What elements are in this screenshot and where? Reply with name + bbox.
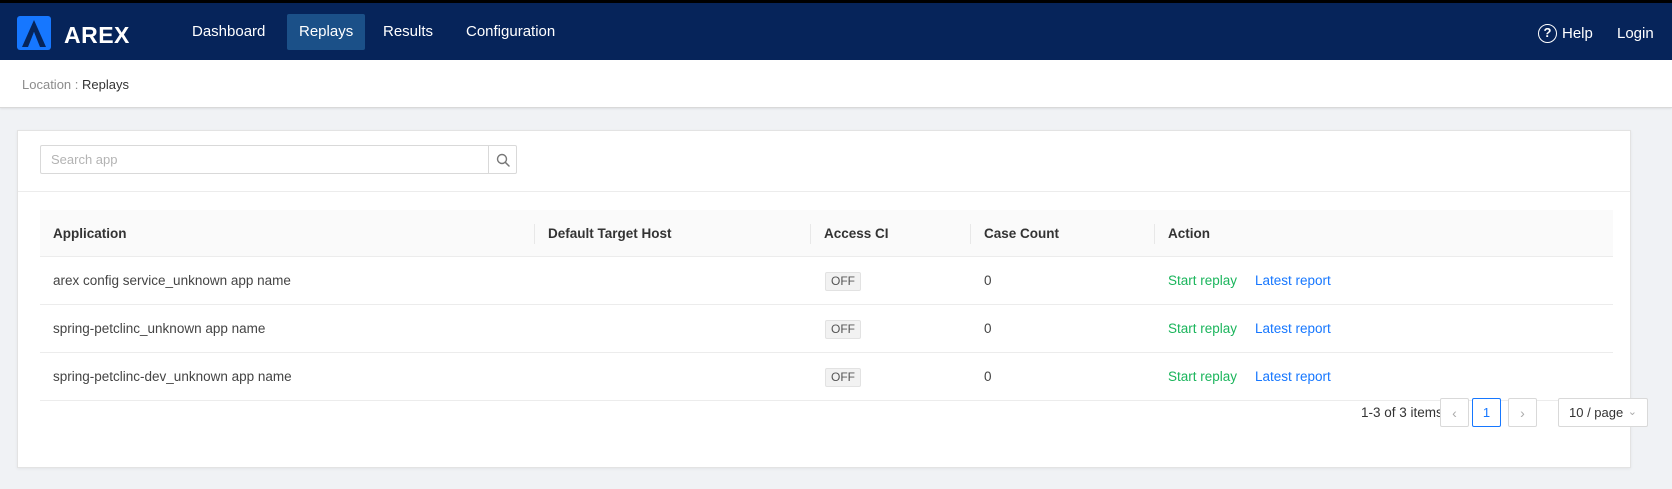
access-ci-tag: OFF (825, 272, 861, 291)
table-row: spring-petclinc-dev_unknown app name OFF… (40, 353, 1613, 401)
help-label: Help (1562, 25, 1593, 42)
column-separator (810, 224, 811, 244)
top-navbar: AREX Dashboard Replays Results Configura… (0, 0, 1672, 60)
latest-report-link[interactable]: Latest report (1255, 305, 1331, 353)
apps-table: Application Default Target Host Access C… (40, 210, 1613, 401)
column-header-case-count: Case Count (984, 226, 1060, 241)
page-size-value: 10 / page (1569, 405, 1624, 420)
search-icon (496, 153, 510, 167)
page-size-select[interactable]: 10 / page ⌄ (1558, 398, 1648, 427)
chevron-right-icon: › (1520, 404, 1525, 421)
nav-dashboard[interactable]: Dashboard (180, 14, 277, 50)
column-separator (970, 224, 971, 244)
column-header-target-host: Default Target Host (548, 226, 672, 241)
start-replay-link[interactable]: Start replay (1168, 257, 1237, 305)
prev-page-button[interactable]: ‹ (1440, 398, 1469, 427)
application-cell: spring-petclinc_unknown app name (53, 321, 266, 336)
latest-report-link[interactable]: Latest report (1255, 257, 1331, 305)
question-circle-icon: ? (1538, 24, 1557, 43)
chevron-down-icon: ⌄ (1627, 406, 1637, 418)
table-header: Application Default Target Host Access C… (40, 210, 1613, 257)
pagination: 1-3 of 3 items ‹ 1 › 10 / page ⌄ (40, 398, 1648, 427)
replays-card: Application Default Target Host Access C… (17, 130, 1648, 468)
nav-configuration[interactable]: Configuration (454, 14, 567, 50)
latest-report-link[interactable]: Latest report (1255, 353, 1331, 401)
breadcrumb-bar: Location : Replays (0, 60, 1672, 108)
start-replay-link[interactable]: Start replay (1168, 353, 1237, 401)
arex-logo-icon[interactable] (17, 16, 51, 50)
nav-replays[interactable]: Replays (287, 14, 366, 50)
access-ci-tag: OFF (825, 368, 861, 387)
breadcrumb: Location : Replays (22, 77, 129, 92)
brand-name[interactable]: AREX (64, 22, 130, 49)
chevron-left-icon: ‹ (1452, 404, 1457, 421)
application-cell: spring-petclinc-dev_unknown app name (53, 369, 292, 384)
table-row: arex config service_unknown app name OFF… (40, 257, 1613, 305)
column-separator (534, 224, 535, 244)
table-row: spring-petclinc_unknown app name OFF 0 S… (40, 305, 1613, 353)
breadcrumb-current: Replays (82, 77, 129, 92)
card-divider (18, 191, 1630, 192)
page-1-button[interactable]: 1 (1472, 398, 1501, 427)
case-count-cell: 0 (984, 321, 992, 336)
start-replay-link[interactable]: Start replay (1168, 305, 1237, 353)
column-header-access-ci: Access CI (824, 226, 889, 241)
case-count-cell: 0 (984, 273, 992, 288)
nav-results[interactable]: Results (371, 14, 445, 50)
search-input[interactable] (40, 145, 488, 174)
pagination-total: 1-3 of 3 items (1361, 405, 1443, 420)
help-button[interactable]: ? Help (1538, 24, 1593, 43)
column-separator (1154, 224, 1155, 244)
search-box (40, 145, 517, 174)
column-header-application: Application (53, 226, 127, 241)
column-header-action: Action (1168, 226, 1210, 241)
next-page-button[interactable]: › (1508, 398, 1537, 427)
access-ci-tag: OFF (825, 320, 861, 339)
application-cell: arex config service_unknown app name (53, 273, 291, 288)
breadcrumb-prefix: Location : (22, 77, 82, 92)
search-button[interactable] (488, 145, 517, 174)
case-count-cell: 0 (984, 369, 992, 384)
login-button[interactable]: Login (1617, 25, 1654, 42)
